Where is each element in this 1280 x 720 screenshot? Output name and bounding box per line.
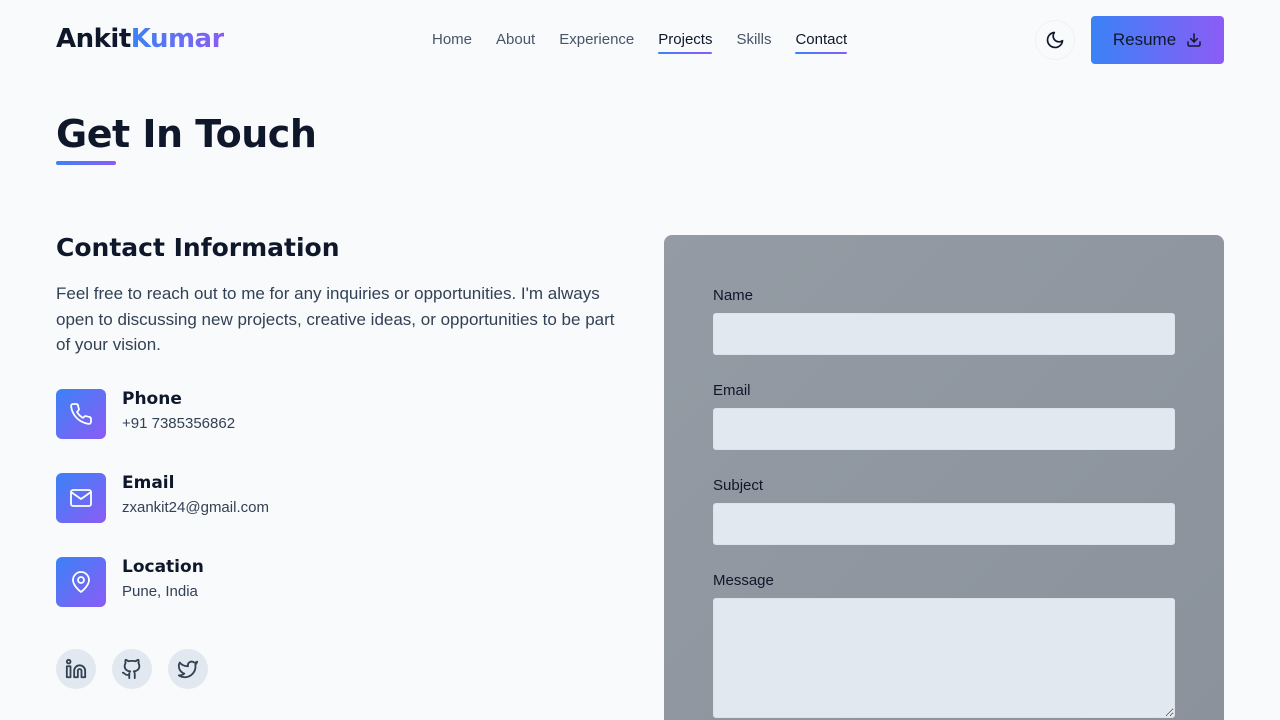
resume-label: Resume (1112, 30, 1177, 49)
main-nav: Home About Experience Projects Skills Co… (432, 31, 847, 54)
social-links (56, 649, 208, 689)
phone-value: +91 7385356862 (122, 415, 236, 432)
page-title: Get In Touch (56, 112, 317, 156)
email-field-label: Email (713, 382, 751, 399)
download-icon (1187, 33, 1201, 47)
nav-link-about[interactable]: About (496, 31, 535, 54)
nav-link-contact[interactable]: Contact (795, 31, 847, 54)
email-value: zxankit24@gmail.com (122, 499, 269, 516)
email-label: Email (122, 473, 175, 493)
logo-last-name: Kumar (130, 24, 225, 54)
twitter-link[interactable] (168, 649, 208, 689)
location-value: Pune, India (122, 583, 198, 600)
nav-link-skills[interactable]: Skills (736, 31, 771, 54)
phone-info: Phone +91 7385356862 (56, 389, 235, 439)
resume-button[interactable]: Resume (1091, 16, 1224, 64)
email-input[interactable] (713, 408, 1175, 450)
logo-first-name: Ankit (56, 24, 131, 54)
title-underline (56, 161, 116, 165)
nav-link-home[interactable]: Home (432, 31, 472, 54)
phone-icon (56, 389, 106, 439)
subject-label: Subject (713, 477, 764, 494)
contact-intro-text: Feel free to reach out to me for any inq… (56, 284, 615, 354)
map-pin-icon (56, 557, 106, 607)
twitter-icon (177, 660, 199, 679)
contact-form: Name Email Subject Message (664, 235, 1224, 720)
linkedin-icon (65, 658, 87, 679)
contact-info-title: Contact Information (56, 233, 340, 262)
nav-link-experience[interactable]: Experience (559, 31, 634, 54)
name-label: Name (713, 287, 754, 304)
nav-link-projects[interactable]: Projects (658, 31, 713, 54)
location-info: Location Pune, India (56, 557, 204, 607)
mail-icon (56, 473, 106, 523)
moon-icon (1046, 31, 1064, 49)
message-textarea[interactable] (713, 598, 1175, 718)
github-link[interactable] (112, 649, 152, 689)
name-input[interactable] (713, 313, 1175, 355)
phone-label: Phone (122, 389, 182, 409)
linkedin-link[interactable] (56, 649, 96, 689)
github-icon (121, 658, 141, 680)
email-info: Email zxankit24@gmail.com (56, 473, 269, 523)
location-label: Location (122, 557, 204, 577)
subject-input[interactable] (713, 503, 1175, 545)
logo[interactable]: AnkitKumar (56, 24, 224, 54)
message-label: Message (713, 572, 774, 589)
theme-toggle-button[interactable] (1035, 20, 1075, 60)
